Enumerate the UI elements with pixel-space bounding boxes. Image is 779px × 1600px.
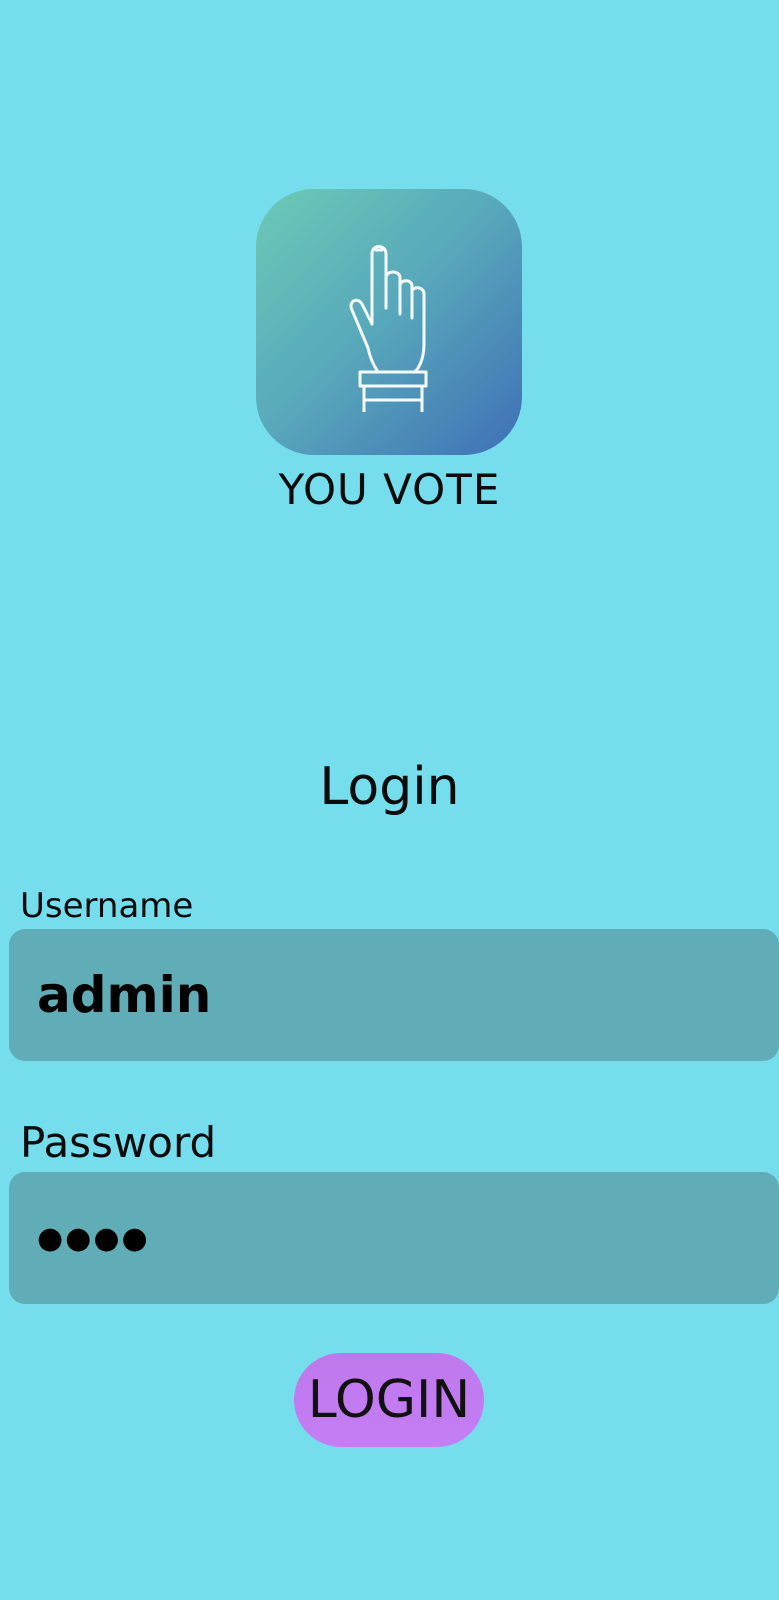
username-field[interactable]: admin <box>9 929 779 1061</box>
login-button[interactable]: LOGIN <box>294 1353 484 1447</box>
password-value: ●●●● <box>37 1220 150 1256</box>
login-heading: Login <box>319 757 460 817</box>
app-logo <box>256 189 522 455</box>
password-field[interactable]: ●●●● <box>9 1172 779 1304</box>
voting-hand-icon <box>349 245 428 412</box>
password-label: Password <box>20 1118 217 1167</box>
username-label: Username <box>20 886 194 926</box>
username-value: admin <box>37 966 212 1024</box>
app-name: YOU VOTE <box>278 465 501 514</box>
